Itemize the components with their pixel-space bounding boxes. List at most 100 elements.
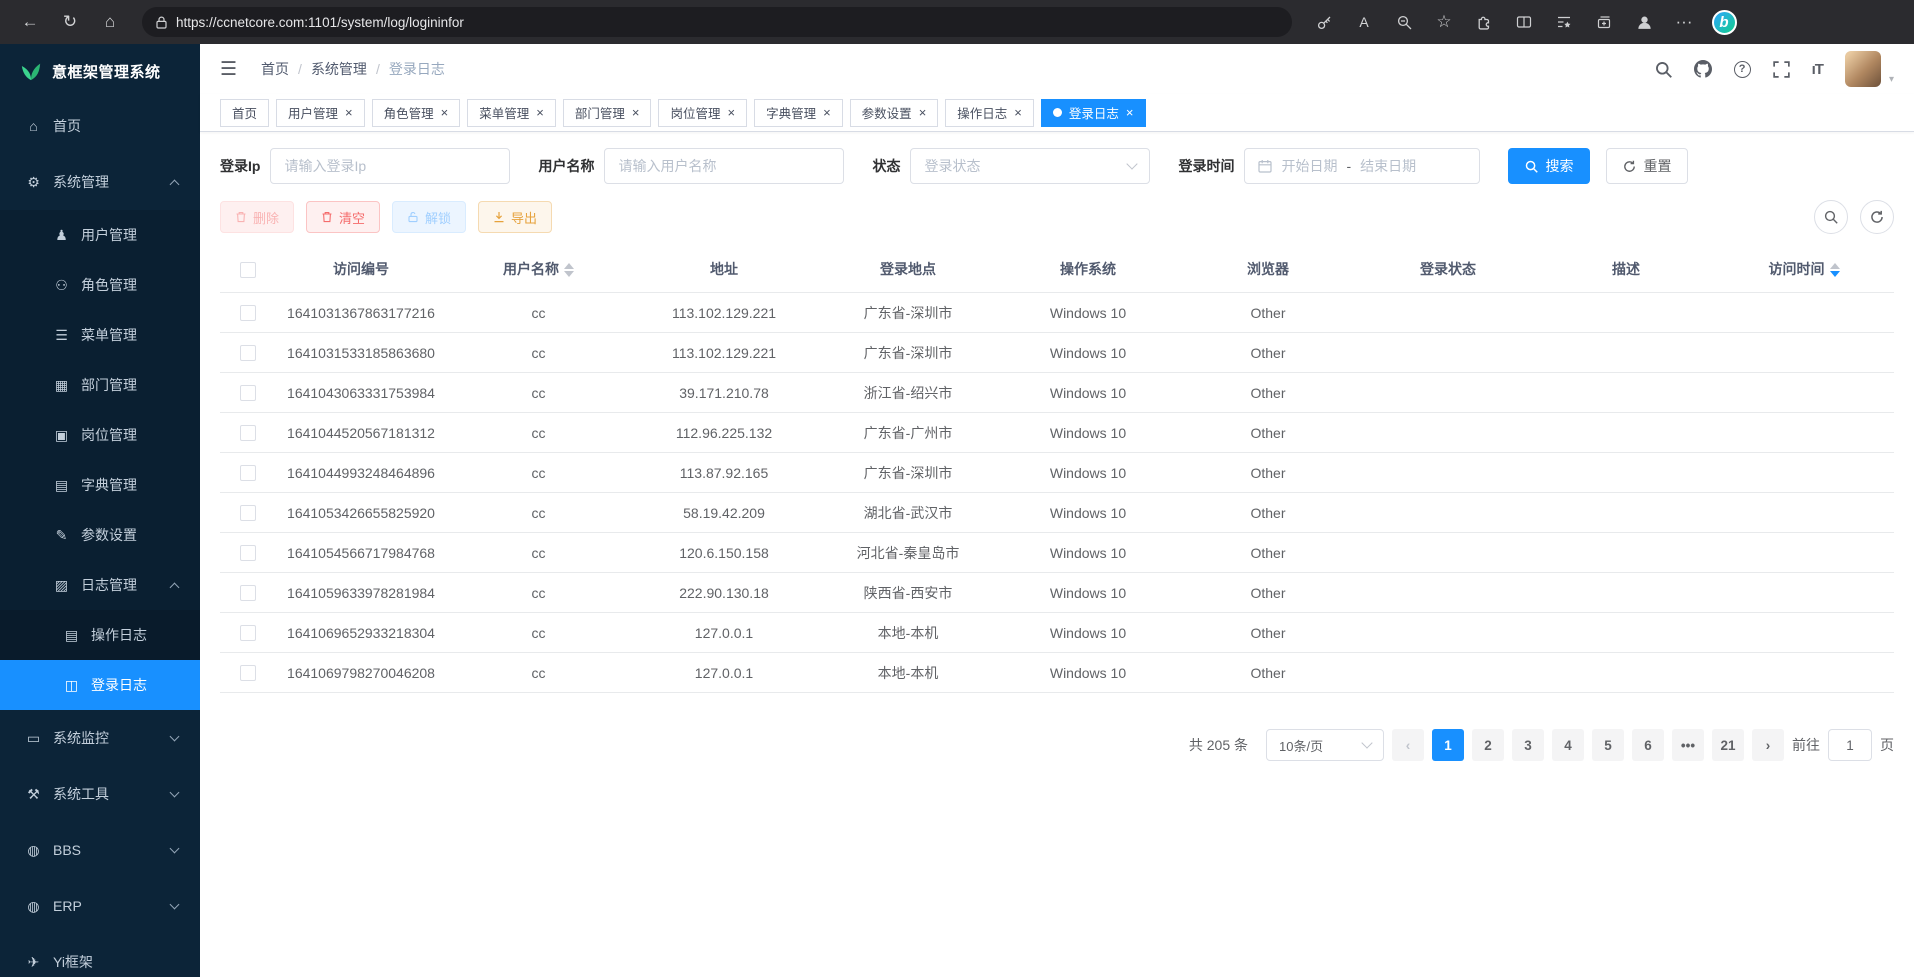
page-ellipsis[interactable]: ••• <box>1672 729 1704 761</box>
sidebar-item-user-management[interactable]: ♟用户管理 <box>0 210 200 260</box>
reset-button[interactable]: 重置 <box>1606 148 1688 184</box>
page-button-6[interactable]: 6 <box>1632 729 1664 761</box>
collections-icon[interactable] <box>1586 6 1622 38</box>
refresh-table-icon[interactable] <box>1860 200 1894 234</box>
sidebar-item-log-management[interactable]: ▨日志管理 <box>0 560 200 610</box>
login-ip-input[interactable] <box>284 158 496 174</box>
row-checkbox[interactable] <box>240 465 256 481</box>
tab-post-management[interactable]: 岗位管理× <box>658 99 747 127</box>
sidebar-item-role-management[interactable]: ⚇角色管理 <box>0 260 200 310</box>
goto-page-input[interactable] <box>1828 729 1872 761</box>
row-checkbox[interactable] <box>240 545 256 561</box>
sidebar-item-login-log[interactable]: ◫登录日志 <box>0 660 200 710</box>
read-aloud-icon[interactable]: A <box>1346 6 1382 38</box>
page-button-4[interactable]: 4 <box>1552 729 1584 761</box>
breadcrumb-system[interactable]: 系统管理 <box>311 59 367 79</box>
sidebar-item-bbs[interactable]: ◍BBS <box>0 822 200 878</box>
saved-password-key-icon[interactable] <box>1306 6 1342 38</box>
unlock-button[interactable]: 解锁 <box>392 201 466 233</box>
sidebar-item-system-monitor[interactable]: ▭系统监控 <box>0 710 200 766</box>
tab-role-management[interactable]: 角色管理× <box>372 99 461 127</box>
row-checkbox[interactable] <box>240 305 256 321</box>
tab-dict-management[interactable]: 字典管理× <box>754 99 843 127</box>
avatar-caret-down-icon[interactable]: ▾ <box>1889 74 1894 87</box>
username-input[interactable] <box>618 158 830 174</box>
breadcrumb-home[interactable]: 首页 <box>261 59 289 79</box>
username-field[interactable] <box>604 148 844 184</box>
sidebar-item-yi-framework[interactable]: ✈Yi框架 <box>0 934 200 977</box>
next-page-button[interactable]: › <box>1752 729 1784 761</box>
close-icon[interactable]: × <box>441 106 449 119</box>
font-size-icon[interactable]: ıT <box>1812 61 1823 78</box>
close-icon[interactable]: × <box>1126 106 1134 119</box>
tab-login-log[interactable]: 登录日志× <box>1041 99 1146 127</box>
clear-button[interactable]: 清空 <box>306 201 380 233</box>
end-date-placeholder[interactable]: 结束日期 <box>1360 156 1416 176</box>
prev-page-button[interactable]: ‹ <box>1392 729 1424 761</box>
address-bar[interactable]: https://ccnetcore.com:1101/system/log/lo… <box>142 7 1292 37</box>
sidebar-item-home[interactable]: ⌂首页 <box>0 98 200 154</box>
sort-asc-icon[interactable] <box>564 263 574 269</box>
search-button[interactable]: 搜索 <box>1508 148 1590 184</box>
sort-desc-icon[interactable] <box>1830 271 1840 277</box>
close-icon[interactable]: × <box>632 106 640 119</box>
row-checkbox[interactable] <box>240 505 256 521</box>
row-checkbox[interactable] <box>240 585 256 601</box>
row-checkbox[interactable] <box>240 385 256 401</box>
date-range-picker[interactable]: 开始日期 - 结束日期 <box>1244 148 1480 184</box>
login-ip-field[interactable] <box>270 148 510 184</box>
header-search-icon[interactable] <box>1655 61 1672 78</box>
sidebar-item-menu-management[interactable]: ☰菜单管理 <box>0 310 200 360</box>
show-search-toggle-icon[interactable] <box>1814 200 1848 234</box>
split-screen-icon[interactable] <box>1506 6 1542 38</box>
close-icon[interactable]: × <box>536 106 544 119</box>
close-icon[interactable]: × <box>823 106 831 119</box>
close-icon[interactable]: × <box>1014 106 1022 119</box>
page-button-1[interactable]: 1 <box>1432 729 1464 761</box>
delete-button[interactable]: 删除 <box>220 201 294 233</box>
sidebar-item-system-management[interactable]: ⚙系统管理 <box>0 154 200 210</box>
row-checkbox[interactable] <box>240 665 256 681</box>
fullscreen-icon[interactable] <box>1773 61 1790 78</box>
bing-copilot-icon[interactable]: b <box>1706 6 1742 38</box>
close-icon[interactable]: × <box>727 106 735 119</box>
add-favorite-star-icon[interactable]: ☆ <box>1426 6 1462 38</box>
sidebar-item-system-tools[interactable]: ⚒系统工具 <box>0 766 200 822</box>
page-button-5[interactable]: 5 <box>1592 729 1624 761</box>
page-button-21[interactable]: 21 <box>1712 729 1744 761</box>
column-header[interactable]: 用户名称 <box>447 246 630 293</box>
sort-desc-icon[interactable] <box>564 271 574 277</box>
browser-home-icon[interactable]: ⌂ <box>92 6 128 38</box>
tab-user-management[interactable]: 用户管理× <box>276 99 365 127</box>
row-checkbox[interactable] <box>240 345 256 361</box>
browser-back-icon[interactable]: ← <box>12 6 48 38</box>
sidebar-item-operation-log[interactable]: ▤操作日志 <box>0 610 200 660</box>
zoom-out-icon[interactable] <box>1386 6 1422 38</box>
sort-asc-icon[interactable] <box>1830 263 1840 269</box>
tab-param-settings[interactable]: 参数设置× <box>850 99 939 127</box>
row-checkbox[interactable] <box>240 425 256 441</box>
start-date-placeholder[interactable]: 开始日期 <box>1281 156 1337 176</box>
tab-operation-log[interactable]: 操作日志× <box>945 99 1034 127</box>
page-size-select[interactable]: 10条/页 <box>1266 729 1384 761</box>
sidebar-item-dict-management[interactable]: ▤字典管理 <box>0 460 200 510</box>
tab-home[interactable]: 首页 <box>220 99 269 127</box>
status-select[interactable]: 登录状态 <box>910 148 1150 184</box>
close-icon[interactable]: × <box>345 106 353 119</box>
export-button[interactable]: 导出 <box>478 201 552 233</box>
close-icon[interactable]: × <box>919 106 927 119</box>
page-button-3[interactable]: 3 <box>1512 729 1544 761</box>
row-checkbox[interactable] <box>240 625 256 641</box>
app-logo[interactable]: 意框架管理系统 <box>0 44 200 98</box>
sort-carets-icon[interactable] <box>564 263 574 277</box>
browser-menu-ellipsis-icon[interactable]: ··· <box>1666 6 1702 38</box>
extensions-puzzle-icon[interactable] <box>1466 6 1502 38</box>
column-header[interactable]: 访问时间 <box>1714 246 1894 293</box>
select-all-checkbox[interactable] <box>240 262 256 278</box>
github-icon[interactable] <box>1694 60 1712 78</box>
browser-reload-icon[interactable]: ↻ <box>52 6 88 38</box>
tab-menu-management[interactable]: 菜单管理× <box>467 99 556 127</box>
sidebar-item-dept-management[interactable]: ▦部门管理 <box>0 360 200 410</box>
sidebar-item-param-settings[interactable]: ✎参数设置 <box>0 510 200 560</box>
sidebar-item-post-management[interactable]: ▣岗位管理 <box>0 410 200 460</box>
